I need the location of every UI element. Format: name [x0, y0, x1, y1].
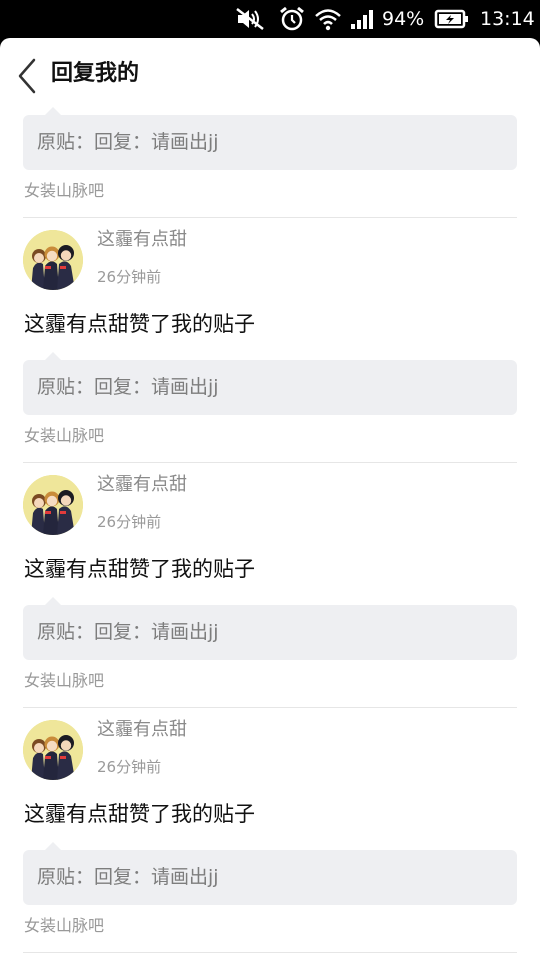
- divider: [23, 952, 517, 953]
- divider: [23, 707, 517, 708]
- battery-charging-icon: [434, 9, 468, 29]
- username[interactable]: 这霾有点甜: [97, 472, 187, 498]
- wifi-icon: [315, 9, 341, 31]
- original-post-quote[interactable]: 原贴：回复：请画出jj: [23, 352, 517, 415]
- page-title: 回复我的: [51, 61, 140, 86]
- timestamp: 26分钟前: [97, 513, 162, 531]
- battery-percent: 94%: [382, 8, 425, 30]
- quote-text: 原贴：回复：请画出jj: [37, 131, 219, 153]
- avatar[interactable]: [23, 720, 83, 780]
- original-post-quote[interactable]: 原贴：回复：请画出jj: [23, 107, 517, 170]
- username[interactable]: 这霾有点甜: [97, 717, 187, 743]
- divider: [23, 462, 517, 463]
- divider: [23, 217, 517, 218]
- timestamp: 26分钟前: [97, 268, 162, 286]
- forum-name[interactable]: 女装山脉吧: [24, 424, 104, 448]
- notification-message[interactable]: 这霾有点甜赞了我的贴子: [24, 554, 255, 584]
- original-post-quote[interactable]: 原贴：回复：请画出jj: [23, 842, 517, 905]
- header: 回复我的: [0, 38, 540, 110]
- forum-name[interactable]: 女装山脉吧: [24, 669, 104, 693]
- quote-text: 原贴：回复：请画出jj: [37, 621, 219, 643]
- forum-name[interactable]: 女装山脉吧: [24, 914, 104, 938]
- original-post-quote[interactable]: 原贴：回复：请画出jj: [23, 597, 517, 660]
- quote-text: 原贴：回复：请画出jj: [37, 866, 219, 888]
- forum-name[interactable]: 女装山脉吧: [24, 179, 104, 203]
- quote-text: 原贴：回复：请画出jj: [37, 376, 219, 398]
- chevron-left-icon: [18, 58, 36, 94]
- timestamp: 26分钟前: [97, 758, 162, 776]
- avatar[interactable]: [23, 475, 83, 535]
- mute-icon: [236, 8, 264, 30]
- notification-message[interactable]: 这霾有点甜赞了我的贴子: [24, 309, 255, 339]
- clock-time: 13:14: [480, 8, 535, 30]
- status-bar: 94% 13:14: [0, 0, 540, 38]
- screen: 回复我的 原贴：回复：请画出jj 女装山脉吧 这霾有点甜 26分钟前 这霾有点甜…: [0, 38, 540, 960]
- signal-icon: [351, 10, 373, 29]
- username[interactable]: 这霾有点甜: [97, 227, 187, 253]
- alarm-icon: [280, 6, 304, 31]
- notification-message[interactable]: 这霾有点甜赞了我的贴子: [24, 799, 255, 829]
- back-button[interactable]: [12, 56, 44, 96]
- avatar[interactable]: [23, 230, 83, 290]
